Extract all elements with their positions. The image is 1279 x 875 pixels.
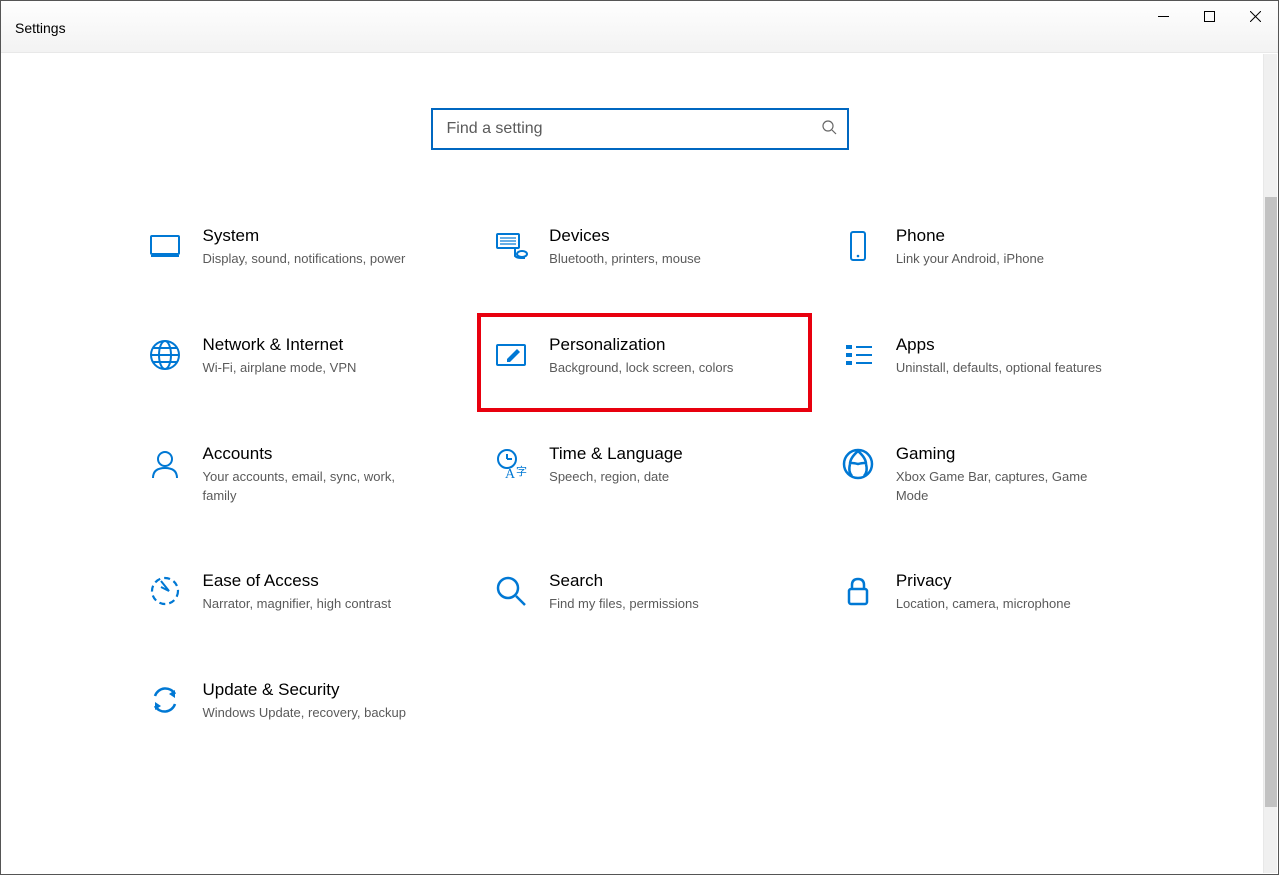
category-title: Personalization [549,335,800,355]
ease-icon [143,571,187,609]
category-title: Devices [549,226,800,246]
category-title: Search [549,571,800,591]
scrollbar-thumb[interactable] [1265,197,1277,807]
category-text: Apps Uninstall, defaults, optional featur… [896,335,1147,378]
privacy-icon [836,571,880,609]
category-text: Update & Security Windows Update, recover… [203,680,454,723]
category-description: Uninstall, defaults, optional features [896,359,1106,378]
category-title: Privacy [896,571,1147,591]
category-time[interactable]: Time & Language Speech, region, date [481,438,808,512]
category-title: Gaming [896,444,1147,464]
category-description: Narrator, magnifier, high contrast [203,595,413,614]
window-title: Settings [15,18,66,36]
system-icon [143,226,187,264]
category-title: Apps [896,335,1147,355]
category-title: Update & Security [203,680,454,700]
content-area: System Display, sound, notifications, pow… [1,53,1278,729]
titlebar: Settings [1,1,1278,53]
category-title: Phone [896,226,1147,246]
category-text: Devices Bluetooth, printers, mouse [549,226,800,269]
category-apps[interactable]: Apps Uninstall, defaults, optional featur… [828,329,1155,384]
category-description: Display, sound, notifications, power [203,250,413,269]
personalization-icon [489,335,533,373]
apps-icon [836,335,880,373]
category-title: Time & Language [549,444,800,464]
category-gaming[interactable]: Gaming Xbox Game Bar, captures, Game Mode [828,438,1155,512]
category-system[interactable]: System Display, sound, notifications, pow… [135,220,462,275]
category-description: Xbox Game Bar, captures, Game Mode [896,468,1106,506]
category-description: Bluetooth, printers, mouse [549,250,759,269]
update-icon [143,680,187,718]
category-text: System Display, sound, notifications, pow… [203,226,454,269]
categories-grid: System Display, sound, notifications, pow… [135,220,1155,729]
search-box[interactable] [431,108,849,150]
category-network[interactable]: Network & Internet Wi-Fi, airplane mode, … [135,329,462,384]
category-text: Gaming Xbox Game Bar, captures, Game Mode [896,444,1147,506]
network-icon [143,335,187,373]
devices-icon [489,226,533,264]
category-text: Personalization Background, lock screen, … [549,335,800,378]
category-title: Ease of Access [203,571,454,591]
maximize-button[interactable] [1186,1,1232,31]
category-accounts[interactable]: Accounts Your accounts, email, sync, work… [135,438,462,512]
category-text: Ease of Access Narrator, magnifier, high … [203,571,454,614]
window-controls [1140,1,1278,52]
category-text: Search Find my files, permissions [549,571,800,614]
category-description: Location, camera, microphone [896,595,1106,614]
category-description: Your accounts, email, sync, work, family [203,468,413,506]
category-text: Accounts Your accounts, email, sync, work… [203,444,454,506]
category-devices[interactable]: Devices Bluetooth, printers, mouse [481,220,808,275]
close-button[interactable] [1232,1,1278,31]
category-update[interactable]: Update & Security Windows Update, recover… [135,674,462,729]
category-title: System [203,226,454,246]
search-icon [821,119,837,140]
category-text: Privacy Location, camera, microphone [896,571,1147,614]
phone-icon [836,226,880,264]
category-description: Windows Update, recovery, backup [203,704,413,723]
searchcat-icon [489,571,533,609]
category-text: Phone Link your Android, iPhone [896,226,1147,269]
category-ease[interactable]: Ease of Access Narrator, magnifier, high … [135,565,462,620]
category-description: Background, lock screen, colors [549,359,759,378]
minimize-button[interactable] [1140,1,1186,31]
category-description: Speech, region, date [549,468,759,487]
category-description: Find my files, permissions [549,595,759,614]
category-description: Link your Android, iPhone [896,250,1106,269]
category-personalization[interactable]: Personalization Background, lock screen, … [477,313,812,412]
category-description: Wi-Fi, airplane mode, VPN [203,359,413,378]
category-phone[interactable]: Phone Link your Android, iPhone [828,220,1155,275]
accounts-icon [143,444,187,482]
category-title: Accounts [203,444,454,464]
category-search[interactable]: Search Find my files, permissions [481,565,808,620]
search-input[interactable] [445,119,821,139]
gaming-icon [836,444,880,482]
category-privacy[interactable]: Privacy Location, camera, microphone [828,565,1155,620]
category-text: Network & Internet Wi-Fi, airplane mode, … [203,335,454,378]
category-title: Network & Internet [203,335,454,355]
time-icon [489,444,533,482]
category-text: Time & Language Speech, region, date [549,444,800,487]
